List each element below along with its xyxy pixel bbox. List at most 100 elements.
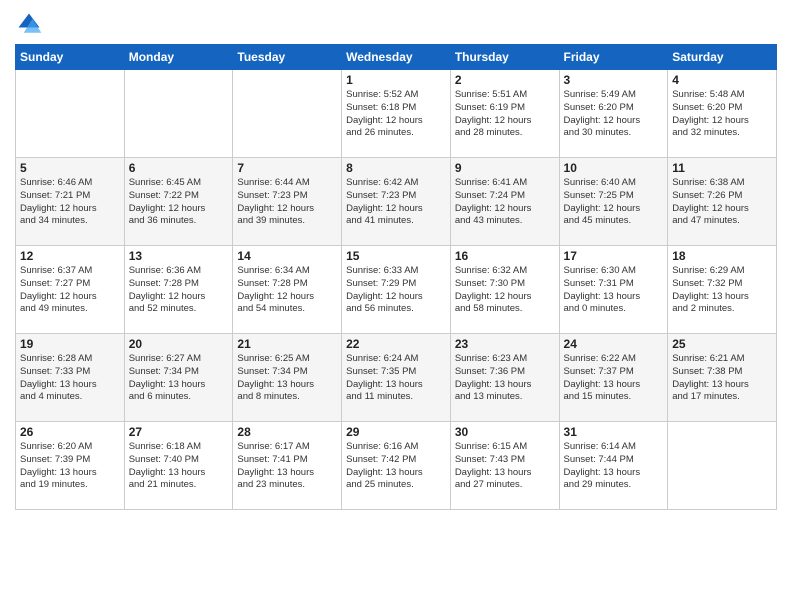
calendar-cell: 16Sunrise: 6:32 AM Sunset: 7:30 PM Dayli… <box>450 246 559 334</box>
day-number: 30 <box>455 425 555 439</box>
day-info: Sunrise: 6:44 AM Sunset: 7:23 PM Dayligh… <box>237 177 337 228</box>
calendar-cell: 10 Sunrise: 6:40 AM Sunset: 7:25 PM Dayli… <box>559 158 668 246</box>
week-row-3: 12 Sunrise: 6:37 AM Sunset: 7:27 PM Dayli… <box>16 246 777 334</box>
day-number: 20 <box>129 337 229 351</box>
day-info: Sunrise: 6:18 AM Sunset: 7:40 PM Dayligh… <box>129 441 229 492</box>
calendar-cell <box>124 70 233 158</box>
day-number: 23 <box>455 337 555 351</box>
calendar-cell: 31Sunrise: 6:14 AM Sunset: 7:44 PM Dayli… <box>559 422 668 510</box>
day-number: 14 <box>237 249 337 263</box>
day-info: Sunrise: 6:20 AM Sunset: 7:39 PM Dayligh… <box>20 441 120 492</box>
day-number: 12 <box>20 249 120 263</box>
calendar-cell: 20 Sunrise: 6:27 AM Sunset: 7:34 PM Dayli… <box>124 334 233 422</box>
day-info: Sunrise: 5:48 AM Sunset: 6:20 PM Dayligh… <box>672 89 772 140</box>
day-number: 17 <box>564 249 664 263</box>
day-info: Sunrise: 6:41 AM Sunset: 7:24 PM Dayligh… <box>455 177 555 228</box>
day-number: 4 <box>672 73 772 87</box>
calendar-cell: 25 Sunrise: 6:21 AM Sunset: 7:38 PM Dayli… <box>668 334 777 422</box>
day-info: Sunrise: 5:52 AM Sunset: 6:18 PM Dayligh… <box>346 89 446 140</box>
day-number: 31 <box>564 425 664 439</box>
day-info: Sunrise: 5:51 AM Sunset: 6:19 PM Dayligh… <box>455 89 555 140</box>
calendar-cell: 27 Sunrise: 6:18 AM Sunset: 7:40 PM Dayli… <box>124 422 233 510</box>
weekday-header-row: SundayMondayTuesdayWednesdayThursdayFrid… <box>16 45 777 70</box>
calendar-cell: 24 Sunrise: 6:22 AM Sunset: 7:37 PM Dayli… <box>559 334 668 422</box>
day-info: Sunrise: 6:27 AM Sunset: 7:34 PM Dayligh… <box>129 353 229 404</box>
calendar-cell <box>233 70 342 158</box>
day-info: Sunrise: 6:37 AM Sunset: 7:27 PM Dayligh… <box>20 265 120 316</box>
weekday-header-sunday: Sunday <box>16 45 125 70</box>
day-info: Sunrise: 6:40 AM Sunset: 7:25 PM Dayligh… <box>564 177 664 228</box>
calendar-cell: 15 Sunrise: 6:33 AM Sunset: 7:29 PM Dayli… <box>342 246 451 334</box>
day-number: 10 <box>564 161 664 175</box>
calendar-cell: 4 Sunrise: 5:48 AM Sunset: 6:20 PM Daylig… <box>668 70 777 158</box>
day-info: Sunrise: 6:34 AM Sunset: 7:28 PM Dayligh… <box>237 265 337 316</box>
day-info: Sunrise: 6:30 AM Sunset: 7:31 PM Dayligh… <box>564 265 664 316</box>
week-row-1: 1 Sunrise: 5:52 AM Sunset: 6:18 PM Daylig… <box>16 70 777 158</box>
day-info: Sunrise: 6:23 AM Sunset: 7:36 PM Dayligh… <box>455 353 555 404</box>
day-number: 13 <box>129 249 229 263</box>
day-number: 16 <box>455 249 555 263</box>
day-info: Sunrise: 6:21 AM Sunset: 7:38 PM Dayligh… <box>672 353 772 404</box>
day-number: 7 <box>237 161 337 175</box>
logo-icon <box>15 10 43 38</box>
day-info: Sunrise: 6:29 AM Sunset: 7:32 PM Dayligh… <box>672 265 772 316</box>
calendar-cell: 6 Sunrise: 6:45 AM Sunset: 7:22 PM Daylig… <box>124 158 233 246</box>
weekday-header-friday: Friday <box>559 45 668 70</box>
calendar-cell: 21Sunrise: 6:25 AM Sunset: 7:34 PM Dayli… <box>233 334 342 422</box>
weekday-header-saturday: Saturday <box>668 45 777 70</box>
day-info: Sunrise: 6:42 AM Sunset: 7:23 PM Dayligh… <box>346 177 446 228</box>
calendar-cell: 9 Sunrise: 6:41 AM Sunset: 7:24 PM Daylig… <box>450 158 559 246</box>
day-number: 24 <box>564 337 664 351</box>
day-info: Sunrise: 6:15 AM Sunset: 7:43 PM Dayligh… <box>455 441 555 492</box>
day-info: Sunrise: 5:49 AM Sunset: 6:20 PM Dayligh… <box>564 89 664 140</box>
calendar-cell: 11Sunrise: 6:38 AM Sunset: 7:26 PM Dayli… <box>668 158 777 246</box>
day-info: Sunrise: 6:46 AM Sunset: 7:21 PM Dayligh… <box>20 177 120 228</box>
calendar-cell: 18Sunrise: 6:29 AM Sunset: 7:32 PM Dayli… <box>668 246 777 334</box>
day-info: Sunrise: 6:22 AM Sunset: 7:37 PM Dayligh… <box>564 353 664 404</box>
calendar-table: SundayMondayTuesdayWednesdayThursdayFrid… <box>15 44 777 510</box>
week-row-5: 26 Sunrise: 6:20 AM Sunset: 7:39 PM Dayli… <box>16 422 777 510</box>
calendar-cell: 7 Sunrise: 6:44 AM Sunset: 7:23 PM Daylig… <box>233 158 342 246</box>
calendar-cell: 5 Sunrise: 6:46 AM Sunset: 7:21 PM Daylig… <box>16 158 125 246</box>
day-info: Sunrise: 6:17 AM Sunset: 7:41 PM Dayligh… <box>237 441 337 492</box>
day-info: Sunrise: 6:36 AM Sunset: 7:28 PM Dayligh… <box>129 265 229 316</box>
calendar-cell <box>16 70 125 158</box>
day-number: 19 <box>20 337 120 351</box>
day-number: 5 <box>20 161 120 175</box>
day-number: 21 <box>237 337 337 351</box>
calendar-cell: 14 Sunrise: 6:34 AM Sunset: 7:28 PM Dayli… <box>233 246 342 334</box>
day-number: 8 <box>346 161 446 175</box>
day-number: 28 <box>237 425 337 439</box>
weekday-header-tuesday: Tuesday <box>233 45 342 70</box>
header <box>15 10 777 38</box>
day-number: 1 <box>346 73 446 87</box>
calendar-cell: 19 Sunrise: 6:28 AM Sunset: 7:33 PM Dayli… <box>16 334 125 422</box>
day-info: Sunrise: 6:24 AM Sunset: 7:35 PM Dayligh… <box>346 353 446 404</box>
calendar-cell: 3 Sunrise: 5:49 AM Sunset: 6:20 PM Daylig… <box>559 70 668 158</box>
weekday-header-monday: Monday <box>124 45 233 70</box>
weekday-header-thursday: Thursday <box>450 45 559 70</box>
day-number: 9 <box>455 161 555 175</box>
day-number: 25 <box>672 337 772 351</box>
calendar-cell: 2Sunrise: 5:51 AM Sunset: 6:19 PM Daylig… <box>450 70 559 158</box>
calendar-cell: 13 Sunrise: 6:36 AM Sunset: 7:28 PM Dayli… <box>124 246 233 334</box>
calendar-cell: 30 Sunrise: 6:15 AM Sunset: 7:43 PM Dayli… <box>450 422 559 510</box>
day-info: Sunrise: 6:45 AM Sunset: 7:22 PM Dayligh… <box>129 177 229 228</box>
week-row-4: 19 Sunrise: 6:28 AM Sunset: 7:33 PM Dayli… <box>16 334 777 422</box>
day-number: 3 <box>564 73 664 87</box>
day-info: Sunrise: 6:33 AM Sunset: 7:29 PM Dayligh… <box>346 265 446 316</box>
calendar-cell: 12 Sunrise: 6:37 AM Sunset: 7:27 PM Dayli… <box>16 246 125 334</box>
calendar-cell <box>668 422 777 510</box>
calendar-cell: 23 Sunrise: 6:23 AM Sunset: 7:36 PM Dayli… <box>450 334 559 422</box>
calendar-cell: 29Sunrise: 6:16 AM Sunset: 7:42 PM Dayli… <box>342 422 451 510</box>
day-info: Sunrise: 6:28 AM Sunset: 7:33 PM Dayligh… <box>20 353 120 404</box>
calendar-cell: 1 Sunrise: 5:52 AM Sunset: 6:18 PM Daylig… <box>342 70 451 158</box>
day-number: 22 <box>346 337 446 351</box>
week-row-2: 5 Sunrise: 6:46 AM Sunset: 7:21 PM Daylig… <box>16 158 777 246</box>
day-info: Sunrise: 6:38 AM Sunset: 7:26 PM Dayligh… <box>672 177 772 228</box>
day-number: 6 <box>129 161 229 175</box>
day-number: 15 <box>346 249 446 263</box>
day-number: 26 <box>20 425 120 439</box>
day-number: 27 <box>129 425 229 439</box>
day-info: Sunrise: 6:16 AM Sunset: 7:42 PM Dayligh… <box>346 441 446 492</box>
